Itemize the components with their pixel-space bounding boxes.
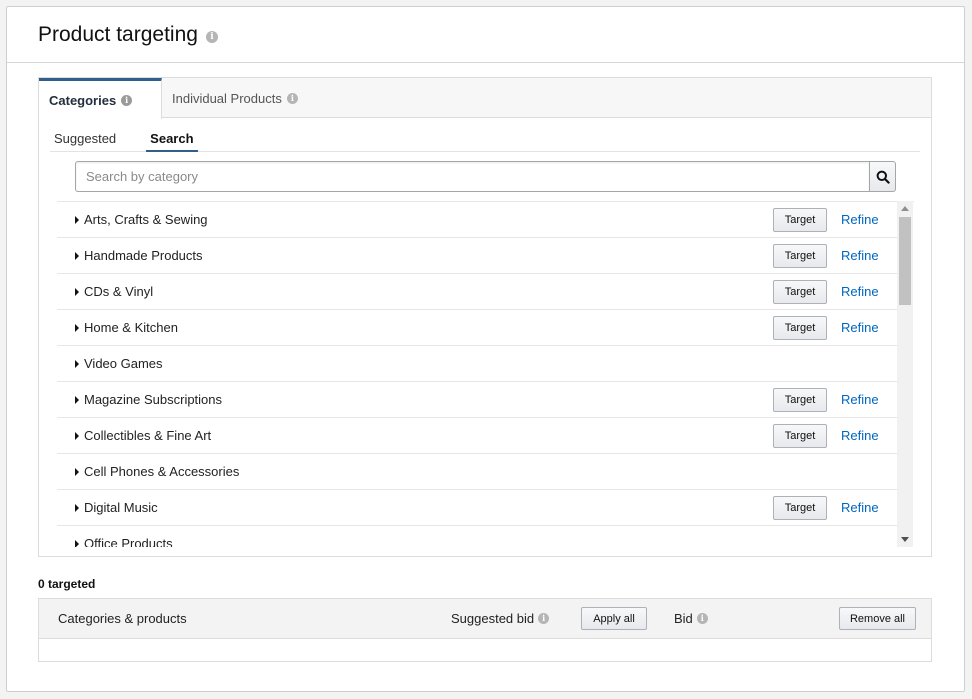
category-row[interactable]: Arts, Crafts & Sewing Target Refine	[57, 202, 897, 238]
info-icon[interactable]: i	[696, 613, 708, 625]
expand-caret-icon[interactable]	[75, 467, 79, 476]
targets-table: Categories & products Suggested bid i App…	[38, 598, 932, 662]
category-row[interactable]: CDs & Vinyl Target Refine	[57, 274, 897, 310]
scroll-up-arrow-icon[interactable]	[901, 206, 909, 211]
column-bid: Bid i	[674, 611, 708, 626]
info-icon[interactable]: i	[205, 30, 218, 43]
category-label: Arts, Crafts & Sewing	[84, 212, 208, 227]
info-icon[interactable]: i	[538, 613, 550, 625]
search-input[interactable]	[75, 161, 869, 192]
category-label: Video Games	[84, 356, 163, 371]
target-button[interactable]: Target	[773, 388, 827, 412]
category-label: Collectibles & Fine Art	[84, 428, 212, 443]
refine-link[interactable]: Refine	[841, 248, 879, 263]
category-label: Office Products	[84, 536, 173, 547]
search-button[interactable]	[869, 161, 896, 192]
subtab-bar: Suggested Search	[50, 128, 920, 152]
target-button[interactable]: Target	[773, 208, 827, 232]
tab-label: Individual Products	[172, 90, 282, 106]
apply-all-button[interactable]: Apply all	[581, 607, 647, 630]
card-header: Product targeting i	[7, 7, 964, 63]
tab-bar: Categories i Individual Products i	[39, 78, 931, 119]
category-label: Home & Kitchen	[84, 320, 178, 335]
page-title: Product targeting	[38, 22, 198, 46]
expand-caret-icon[interactable]	[75, 431, 79, 440]
remove-all-button[interactable]: Remove all	[839, 607, 916, 630]
category-row[interactable]: Magazine Subscriptions Target Refine	[57, 382, 897, 418]
expand-caret-icon[interactable]	[75, 323, 79, 332]
targets-table-header: Categories & products Suggested bid i App…	[39, 599, 931, 639]
target-button[interactable]: Target	[773, 424, 827, 448]
info-icon[interactable]: i	[286, 92, 298, 104]
expand-caret-icon[interactable]	[75, 251, 79, 260]
category-row[interactable]: Video Games	[57, 346, 897, 382]
column-categories-products: Categories & products	[58, 611, 187, 626]
targeted-count: 0 targeted	[38, 577, 96, 591]
scroll-down-arrow-icon[interactable]	[901, 537, 909, 542]
category-row[interactable]: Office Products	[57, 526, 897, 547]
expand-caret-icon[interactable]	[75, 503, 79, 512]
product-targeting-card: Product targeting i Categories i Individ…	[6, 6, 965, 692]
category-row[interactable]: Home & Kitchen Target Refine	[57, 310, 897, 346]
target-button[interactable]: Target	[773, 244, 827, 268]
column-label: Suggested bid	[451, 611, 535, 626]
expand-caret-icon[interactable]	[75, 539, 79, 547]
refine-link[interactable]: Refine	[841, 392, 879, 407]
refine-link[interactable]: Refine	[841, 212, 879, 227]
refine-link[interactable]: Refine	[841, 320, 879, 335]
info-icon[interactable]: i	[121, 94, 133, 106]
refine-link[interactable]: Refine	[841, 284, 879, 299]
category-label: Handmade Products	[84, 248, 203, 263]
subtab-suggested[interactable]: Suggested	[50, 128, 120, 151]
tab-individual-products[interactable]: Individual Products i	[162, 78, 308, 118]
category-label: Magazine Subscriptions	[84, 392, 223, 407]
tab-label: Categories	[49, 92, 117, 108]
category-row[interactable]: Digital Music Target Refine	[57, 490, 897, 526]
category-label: CDs & Vinyl	[84, 284, 154, 299]
list-scrollbar[interactable]	[897, 201, 913, 547]
target-button[interactable]: Target	[773, 316, 827, 340]
category-row[interactable]: Cell Phones & Accessories	[57, 454, 897, 490]
expand-caret-icon[interactable]	[75, 359, 79, 368]
column-label: Bid	[674, 611, 693, 626]
column-suggested-bid: Suggested bid i	[451, 611, 550, 626]
expand-caret-icon[interactable]	[75, 395, 79, 404]
refine-link[interactable]: Refine	[841, 500, 879, 515]
category-row[interactable]: Handmade Products Target Refine	[57, 238, 897, 274]
expand-caret-icon[interactable]	[75, 287, 79, 296]
category-row[interactable]: Collectibles & Fine Art Target Refine	[57, 418, 897, 454]
search-icon	[876, 170, 890, 184]
target-button[interactable]: Target	[773, 280, 827, 304]
refine-link[interactable]: Refine	[841, 428, 879, 443]
category-list[interactable]: Arts, Crafts & Sewing Target Refine Handmad…	[57, 201, 914, 547]
scroll-thumb[interactable]	[899, 217, 911, 305]
targeting-tabs-panel: Categories i Individual Products i Sugge…	[38, 77, 932, 557]
category-label: Cell Phones & Accessories	[84, 464, 240, 479]
subtab-search[interactable]: Search	[146, 128, 198, 152]
category-label: Digital Music	[84, 500, 158, 515]
expand-caret-icon[interactable]	[75, 215, 79, 224]
tab-categories[interactable]: Categories i	[39, 78, 162, 119]
target-button[interactable]: Target	[773, 496, 827, 520]
category-search	[75, 161, 896, 192]
